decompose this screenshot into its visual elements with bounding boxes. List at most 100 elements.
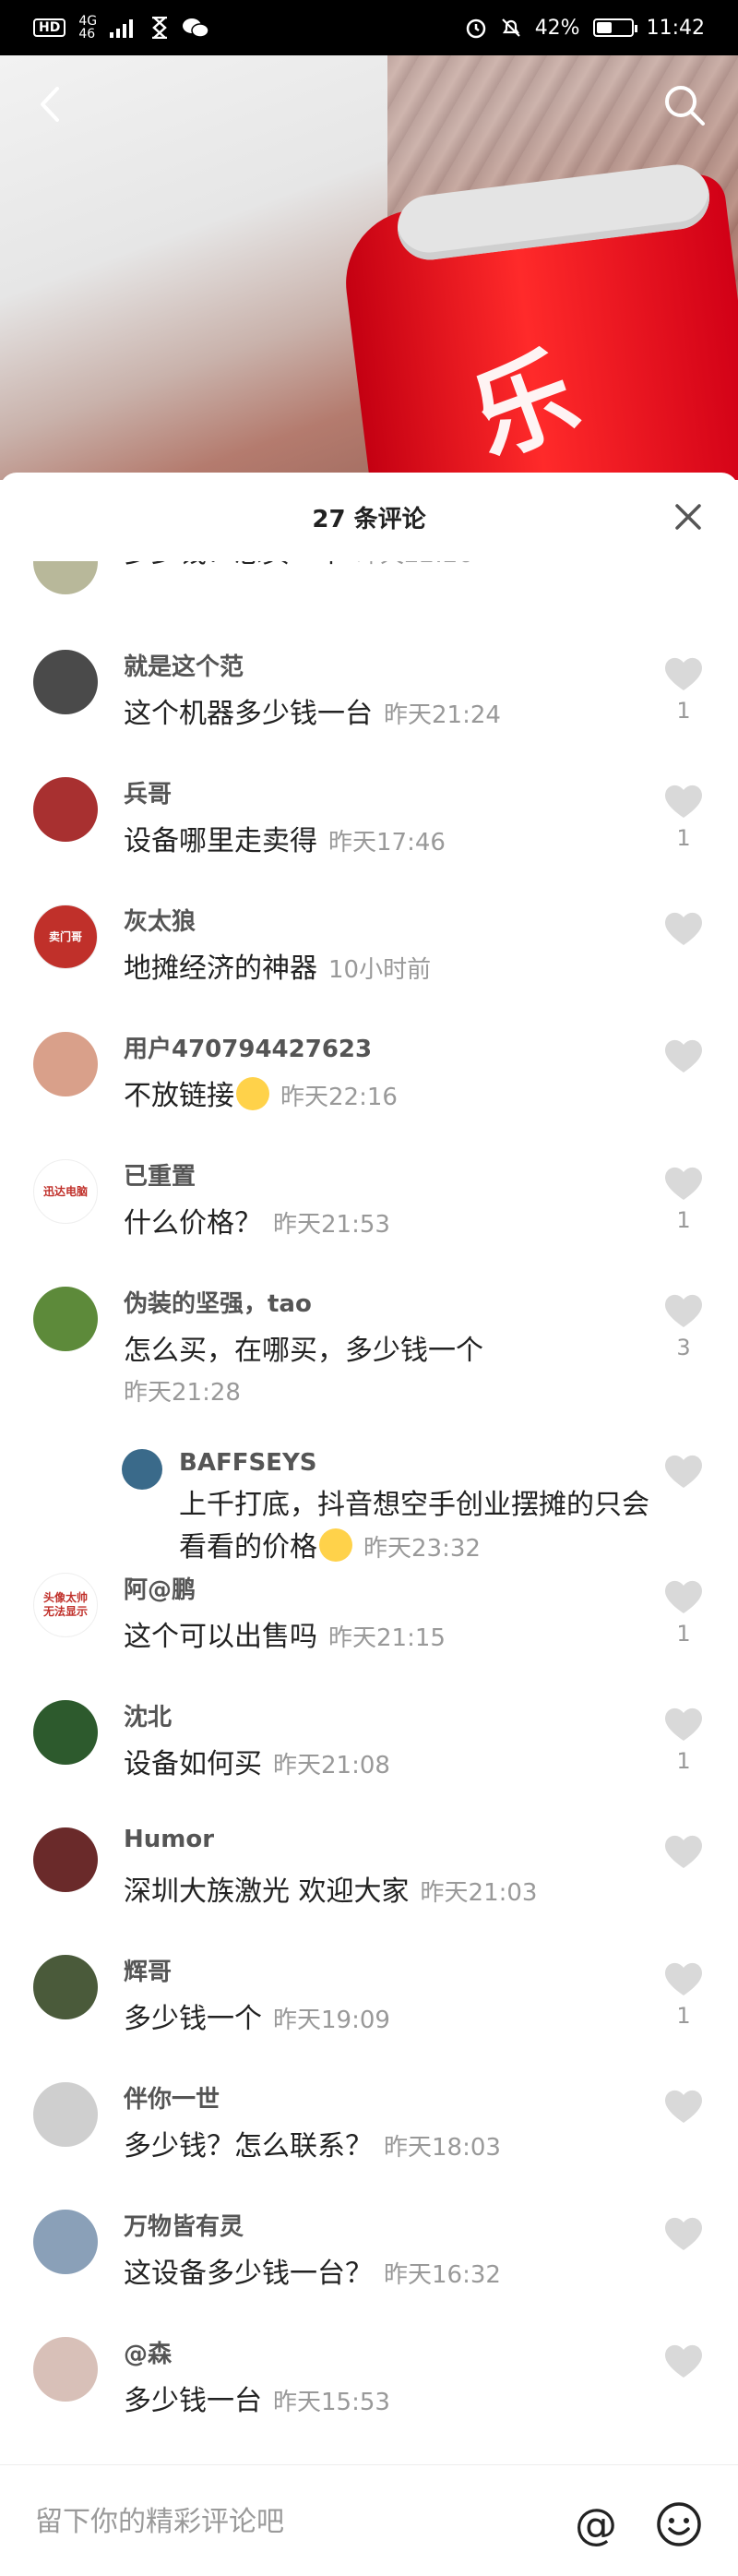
heart-icon[interactable] [662,908,705,949]
heart-icon[interactable] [662,2086,705,2127]
heart-icon[interactable] [662,1959,705,1999]
emoji-icon [319,1528,352,1562]
like-count: 1 [676,2003,691,2029]
comment-body: 不放链接 [124,1080,234,1112]
emoji-icon [236,1077,269,1110]
comment-input[interactable] [33,2498,554,2545]
comment-username[interactable]: 伴你一世 [124,2080,220,2115]
comment-text: 深圳大族激光 欢迎大家 昨天21:03 [124,1868,537,1909]
reply-item[interactable]: BAFFSEYS 上千打底，抖音想空手创业摆摊的只会看看的价格 昨天23:32 [0,1442,738,1580]
network-indicator: 4G 46 [78,15,97,41]
comment-item[interactable]: 头像太帅 无法显示 阿@鹏这个可以出售吗 昨天21:15 1 [0,1567,738,1685]
comment-body: 这设备多少钱一台？ [124,2258,373,2290]
comment-item[interactable]: 万物皆有灵这设备多少钱一台？ 昨天16:32 [0,2204,738,2322]
avatar[interactable] [122,1449,162,1490]
comment-text: 设备如何买 昨天21:08 [124,1741,390,1781]
comment-body: 多少钱？想买一个 [124,561,345,569]
heart-icon[interactable] [662,1704,705,1744]
heart-icon[interactable] [662,781,705,821]
comment-username[interactable]: 沈北 [124,1698,172,1732]
emoji-icon[interactable] [653,2498,705,2550]
comment-username[interactable]: 伪装的坚强，tao [124,1285,312,1319]
avatar-text: 迅达电脑 [42,1184,88,1198]
comment-text: 怎么买，在哪买，多少钱一个 [124,1327,483,1368]
network-top: 4G [78,14,98,29]
avatar[interactable] [33,1827,98,1892]
comment-item[interactable]: 兵哥 设备哪里走卖得 昨天17:46 1 [0,772,738,890]
comment-time: 昨天21:15 [328,1624,446,1652]
comment-item[interactable]: 辉哥 多少钱一个 昨天19:09 1 [0,1949,738,2067]
heart-icon[interactable] [662,653,705,694]
comment-item[interactable]: 就是这个范 这个机器多少钱一台 昨天21:24 1 [0,644,738,762]
like-count: 1 [676,1207,691,1233]
heart-icon[interactable] [662,1831,705,1872]
avatar[interactable] [33,777,98,842]
back-arrow-icon[interactable] [28,81,74,127]
comment-body: 什么价格？ [124,1207,262,1240]
comment-username[interactable]: BAFFSEYS [179,1449,317,1477]
alarm-icon [466,18,485,39]
video-backdrop[interactable]: 乐 [0,55,738,480]
comment-item[interactable]: 沈北 设备如何买 昨天21:08 1 [0,1695,738,1813]
comment-text: 上千打底，抖音想空手创业摆摊的只会看看的价格 昨天23:32 [179,1484,659,1570]
avatar[interactable]: 头像太帅 无法显示 [33,1573,98,1637]
like-count: 1 [676,698,691,724]
heart-icon[interactable] [662,2213,705,2254]
comment-text: 设备哪里走卖得 昨天17:46 [124,818,446,858]
comment-item[interactable]: Humor 深圳大族激光 欢迎大家 昨天21:03 [0,1822,738,1940]
comment-item[interactable]: 伴你一世 多少钱？怎么联系？ 昨天18:03 [0,2077,738,2195]
heart-icon[interactable] [662,2341,705,2381]
avatar[interactable] [33,650,98,714]
comment-time: 昨天21:28 [124,1379,241,1407]
at-icon[interactable]: @ [570,2498,622,2550]
comment-time: 昨天21:08 [273,1752,390,1779]
comment-username[interactable]: 兵哥 [124,775,172,809]
comments-list[interactable]: 多少钱？想买一个昨天22:261就是这个范这个机器多少钱一台昨天21:241 兵哥… [0,561,738,2468]
comment-item[interactable]: 迅达电脑 已重置什么价格？ 昨天21:53 1 [0,1154,738,1272]
comment-username[interactable]: 辉哥 [124,1953,172,1987]
comment-username[interactable]: 阿@鹏 [124,1571,196,1605]
comment-username[interactable]: 灰太狼 [124,903,196,937]
avatar[interactable] [33,1700,98,1765]
comment-username[interactable]: 用户470794427623 [124,1030,372,1064]
comment-body: 深圳大族激光 欢迎大家 [124,1875,410,1908]
comment-time: 昨天16:32 [384,2261,501,2289]
comment-input-bar: @ [0,2464,738,2576]
comment-item[interactable]: 卖门哥 灰太狼 地摊经济的神器 10小时前 [0,899,738,1017]
comment-body: 这个可以出售吗 [124,1621,317,1653]
avatar[interactable]: 卖门哥 [33,905,98,969]
comment-text: 这个可以出售吗 昨天21:15 [124,1613,446,1654]
avatar-text: 卖门哥 [48,929,82,943]
hourglass-icon [152,17,168,39]
comment-username[interactable]: Humor [124,1826,214,1853]
avatar[interactable] [33,2337,98,2402]
comment-body: 地摊经济的神器 [124,953,317,985]
avatar[interactable] [33,561,98,594]
comment-body: 多少钱一台 [124,2385,262,2417]
avatar[interactable]: 迅达电脑 [33,1159,98,1224]
comment-item[interactable]: @森 多少钱一台 昨天15:53 [0,2331,738,2450]
avatar[interactable] [33,2082,98,2147]
comment-username[interactable]: 万物皆有灵 [124,2208,244,2242]
avatar[interactable] [33,1287,98,1351]
heart-icon[interactable] [662,1163,705,1204]
search-icon[interactable] [659,79,710,131]
like-count: 1 [676,1621,691,1647]
comment-username[interactable]: @森 [124,2335,172,2369]
comment-username[interactable]: 就是这个范 [124,648,244,682]
comment-item[interactable]: 用户470794427623 不放链接 昨天22:16 [0,1026,738,1144]
heart-icon[interactable] [662,1451,705,1492]
comments-count-title: 27 条评论 [312,505,426,533]
avatar[interactable] [33,2210,98,2274]
comment-item[interactable]: 多少钱？想买一个 昨天22:26 1 [0,561,738,642]
network-bottom: 46 [78,27,96,42]
comment-text: 什么价格？ 昨天21:53 [124,1200,390,1240]
heart-icon[interactable] [662,1576,705,1617]
comment-username[interactable]: 已重置 [124,1157,196,1192]
close-icon[interactable] [670,498,707,535]
heart-icon[interactable] [662,1036,705,1076]
comment-item[interactable]: 伪装的坚强，tao 怎么买，在哪买，多少钱一个 昨天21:28 3 [0,1281,738,1407]
heart-icon[interactable] [662,1290,705,1331]
avatar[interactable] [33,1032,98,1096]
avatar[interactable] [33,1955,98,2019]
